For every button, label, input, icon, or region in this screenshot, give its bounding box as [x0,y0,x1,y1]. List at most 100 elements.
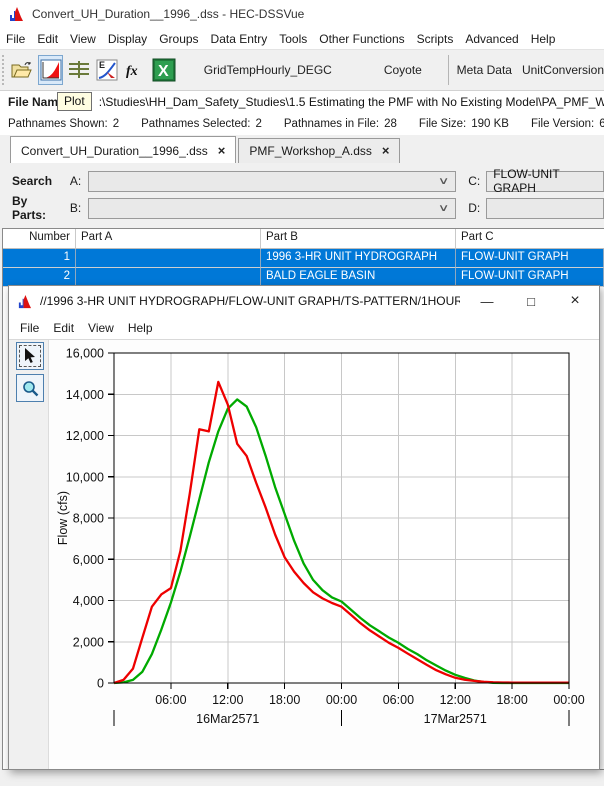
part-a-label: A: [69,174,82,188]
part-d-combobox[interactable] [486,197,604,219]
close-button[interactable]: × [553,286,597,316]
stat-4: File Version: 6-SH [531,118,604,130]
toolbar-label-gridtemp[interactable]: GridTempHourly_DEGC [204,63,332,77]
x-tick-label: 12:00 [440,693,471,707]
pathname-stats-row: Pathnames Shown: 2 Pathnames Selected: 2 Pat… [0,113,604,135]
plot-window-titlebar[interactable]: //1996 3-HR UNIT HYDROGRAPH/FLOW-UNIT GR… [9,286,599,316]
stat-label: File Size: [418,118,467,130]
stat-1: Pathnames Selected: 2 [141,118,262,130]
x-tick-label: 06:00 [155,693,186,707]
search-by-parts-panel: Search A: ∨ C: FLOW-UNIT GRAPH By Parts:… [0,163,604,228]
hydrograph-chart[interactable]: 0 2,000 4,000 6,000 8,000 10,000 12,000 14,000 1… [9,340,599,732]
file-name-label: File Name [8,95,65,109]
svg-text:fx: fx [126,64,138,79]
part-b-label: B: [69,201,82,215]
part-b-combobox[interactable]: ∨ [87,197,457,219]
stat-label: Pathnames in File: [283,118,380,130]
open-file-icon[interactable] [10,55,34,85]
main-titlebar: Convert_UH_Duration__1996_.dss - HEC-DSS… [0,0,604,28]
tab-1[interactable]: PMF_Workshop_A.dss × [238,138,401,163]
menu-item-other-functions[interactable]: Other Functions [313,29,410,49]
excel-icon[interactable]: X [152,55,176,85]
tab-close-icon[interactable]: × [382,143,390,158]
x-tick-label: 18:00 [496,693,527,707]
main-toolbar: E fx X GridTempHourly_DEGC Coyote Meta D… [0,50,604,91]
stat-0: Pathnames Shown: 2 [8,118,119,130]
chevron-down-icon: ∨ [437,175,450,187]
date-label: 16Mar2571 [196,712,259,726]
column-header-1[interactable]: Part A [76,229,261,249]
app-histogram-icon [17,294,32,308]
stat-3: File Size: 190 KB [419,118,509,130]
menu-item-edit[interactable]: Edit [31,29,64,49]
y-tick-label: 2,000 [73,635,104,649]
menu-item-help[interactable]: Help [525,29,562,49]
main-menubar: File Edit View Display Groups Data Entry Tools… [0,28,604,50]
svg-text:X: X [158,63,169,80]
toolbar-label-coyote[interactable]: Coyote [384,63,422,77]
cell-part-a [76,249,261,268]
menu-item-view[interactable]: View [64,29,102,49]
menu-item-advanced[interactable]: Advanced [459,29,524,49]
menu-item-tools[interactable]: Tools [273,29,313,49]
part-c-combobox[interactable]: FLOW-UNIT GRAPH [486,167,604,195]
column-header-2[interactable]: Part B [261,229,456,249]
edit-graph-icon[interactable]: E [95,55,119,85]
column-header-3[interactable]: Part C [456,229,604,249]
y-axis-label: Flow (cfs) [56,491,70,545]
tab-0[interactable]: Convert_UH_Duration__1996_.dss × [10,136,237,163]
menu-item-display[interactable]: Display [102,29,153,49]
chevron-down-icon: ∨ [437,202,450,214]
tab-label: Convert_UH_Duration__1996_.dss [21,143,208,158]
plot-menu-item-edit[interactable]: Edit [46,318,81,338]
part-a-combobox[interactable]: ∨ [87,170,457,192]
search-label: Search [12,174,53,188]
stat-value: 28 [384,118,397,130]
x-tick-label: 06:00 [383,693,414,707]
plot-icon[interactable] [38,55,64,85]
minimize-button[interactable]: — [465,286,509,316]
y-tick-label: 10,000 [66,470,104,484]
tabulate-icon[interactable] [67,55,91,85]
y-tick-label: 12,000 [66,429,104,443]
plot-menu-item-help[interactable]: Help [121,318,160,338]
y-tick-label: 8,000 [73,512,104,526]
part-d-label: D: [468,201,481,215]
x-tick-label: 18:00 [269,693,300,707]
y-tick-label: 6,000 [73,553,104,567]
file-path: :\Studies\HH_Dam_Safety_Studies\1.5 Esti… [98,95,604,109]
menu-item-data-entry[interactable]: Data Entry [205,29,274,49]
menu-item-file[interactable]: File [0,29,31,49]
maximize-button[interactable]: □ [509,286,553,316]
window-title: Convert_UH_Duration__1996_.dss - HEC-DSS… [32,7,305,21]
plot-content: 0 2,000 4,000 6,000 8,000 10,000 12,000 14,000 1… [9,340,599,769]
plot-menu-item-view[interactable]: View [81,318,121,338]
tab-close-icon[interactable]: × [218,143,226,158]
date-label: 17Mar2571 [424,712,487,726]
toolbar-label-metadata[interactable]: Meta Data [457,63,512,77]
plot-tooltip: Plot [57,92,92,111]
app-histogram-icon [8,7,23,21]
stat-2: Pathnames in File: 28 [284,118,397,130]
part-c-label: C: [468,174,481,188]
toolbar-label-unitconversion[interactable]: UnitConversion [522,63,604,77]
x-tick-label: 00:00 [553,693,584,707]
stat-label: Pathnames Selected: [141,118,251,130]
table-header-row: Number Part A Part B Part C [3,229,604,249]
y-tick-label: 0 [97,677,104,691]
y-tick-label: 16,000 [66,347,104,361]
stat-value: 2 [255,118,262,130]
plot-window-title: //1996 3-HR UNIT HYDROGRAPH/FLOW-UNIT GR… [40,294,460,308]
math-fx-icon[interactable]: fx [123,55,147,85]
menu-item-scripts[interactable]: Scripts [411,29,460,49]
x-tick-label: 00:00 [326,693,357,707]
table-row[interactable]: 1 1996 3-HR UNIT HYDROGRAPH FLOW-UNIT GRAP… [3,249,604,268]
menu-item-groups[interactable]: Groups [153,29,204,49]
svg-text:E: E [99,60,105,70]
plot-window: //1996 3-HR UNIT HYDROGRAPH/FLOW-UNIT GR… [8,285,600,770]
stat-label: Pathnames Shown: [8,118,108,130]
file-name-row: File Name Plot :\Studies\HH_Dam_Safety_S… [0,91,604,113]
column-header-0[interactable]: Number [3,229,76,249]
plot-menu-item-file[interactable]: File [13,318,46,338]
y-tick-label: 14,000 [66,388,104,402]
